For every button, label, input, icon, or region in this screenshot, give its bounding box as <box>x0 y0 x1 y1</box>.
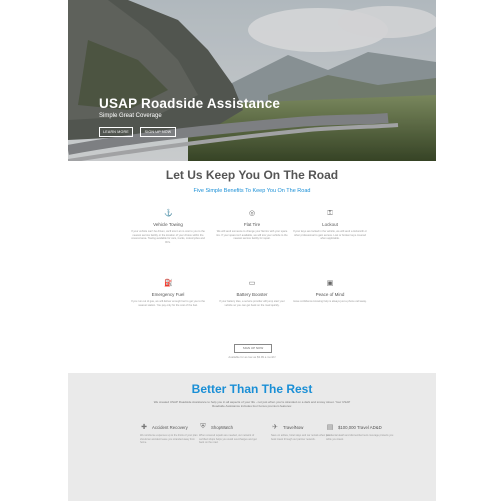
feature-title: Peace of Mind <box>315 292 345 297</box>
benefit-title: Accident Recovery <box>152 424 188 430</box>
pricing-note: Available for as low as $3.99 a month! <box>228 355 276 359</box>
benefit-title: TravelNow <box>283 424 304 430</box>
benefit-text: Accidental death and dismemberment cover… <box>326 434 394 441</box>
feature-title: Battery Booster <box>236 292 268 297</box>
hero-title: USAP Roadside Assistance <box>99 96 281 111</box>
sign-up-now-button[interactable]: SIGN UP NOW <box>234 344 272 353</box>
key-icon: ⚿ <box>327 210 333 217</box>
plane-icon: ✈ <box>272 424 278 431</box>
feature-text: If your battery dies, a service provider… <box>219 300 285 307</box>
benefit-title: ShopWatch <box>211 424 234 430</box>
feature-title: Lockout <box>322 222 338 227</box>
better-section-description: We created USAP Roadside Assistance to h… <box>153 400 351 408</box>
feature-title: Flat Tire <box>243 222 261 227</box>
benefit-travelnow: ✈ TravelNow Save on airfare, hotel stays… <box>271 423 331 441</box>
feature-battery-booster: ▭ Battery Booster If your battery dies, … <box>215 280 289 307</box>
tow-hook-icon: ⚓ <box>164 210 173 217</box>
benefit-text: We reimburse expenses up to the limits o… <box>140 434 198 444</box>
benefit-shopwatch: ⛨ ShopWatch When covered repairs are nee… <box>199 423 259 445</box>
benefits-section-title: Let Us Keep You On The Road <box>165 168 339 182</box>
learn-more-button[interactable]: LEARN MORE <box>99 127 133 137</box>
fuel-pump-icon: ⛽ <box>164 280 173 287</box>
benefit-travel-add: ▤ $100,000 Travel AD&D Accidental death … <box>326 423 396 441</box>
benefit-accident-recovery: ✚ Accident Recovery We reimburse expense… <box>140 423 200 445</box>
battery-icon: ▭ <box>248 280 256 287</box>
medkit-icon: ✚ <box>141 424 147 431</box>
shield-icon: ⛨ <box>200 423 206 430</box>
feature-title: Emergency Fuel <box>151 292 185 297</box>
hero-banner: USAP Roadside Assistance Simple Great Co… <box>68 0 436 161</box>
tire-icon: ◎ <box>248 210 256 217</box>
hero-subtitle: Simple Great Coverage <box>99 113 162 119</box>
feature-text: If your keys are locked in the vehicle, … <box>293 230 367 241</box>
feature-text: If you run out of gas, we will deliver e… <box>131 300 205 307</box>
sign-up-now-hero-button[interactable]: SIGN UP NOW <box>140 127 176 137</box>
benefit-text: When covered repairs are needed, our net… <box>199 434 257 444</box>
better-than-the-rest-section: Better Than The Rest We created USAP Roa… <box>68 373 436 501</box>
car-icon: ▣ <box>326 280 334 287</box>
feature-lockout: ⚿ Lockout If your keys are locked in the… <box>293 210 367 241</box>
page: USAP Roadside Assistance Simple Great Co… <box>0 0 504 501</box>
benefit-title: $100,000 Travel AD&D <box>338 424 382 430</box>
benefit-text: Save on airfare, hotel stays and car ren… <box>271 434 330 441</box>
better-section-title: Better Than The Rest <box>191 382 313 396</box>
feature-text: Have confidence knowing help is always j… <box>293 300 367 303</box>
feature-text: If your vehicle can't be driven, we'll t… <box>131 230 205 244</box>
benefits-section-subtitle: Five Simple Benefits To Keep You On The … <box>193 188 311 194</box>
feature-vehicle-towing: ⚓ Vehicle Towing If your vehicle can't b… <box>131 210 205 244</box>
feature-emergency-fuel: ⛽ Emergency Fuel If you run out of gas, … <box>131 280 205 307</box>
feature-peace-of-mind: ▣ Peace of Mind Have confidence knowing … <box>293 280 367 304</box>
coverage-icon: ▤ <box>326 424 334 431</box>
feature-flat-tire: ◎ Flat Tire We will send someone to chan… <box>215 210 289 241</box>
feature-title: Vehicle Towing <box>153 222 183 227</box>
feature-text: We will send someone to change your flat… <box>216 230 288 241</box>
